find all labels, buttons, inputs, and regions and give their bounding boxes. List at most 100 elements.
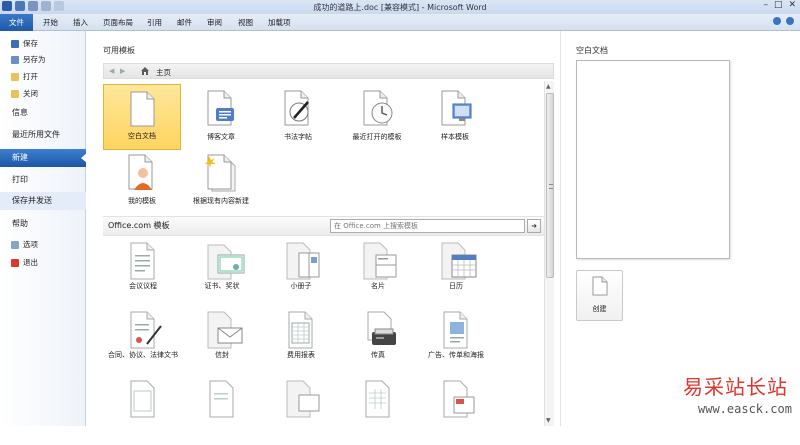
folder-close-icon	[11, 89, 19, 98]
nav-save-send[interactable]: 保存并发送	[0, 192, 86, 210]
backstage-nav: 保存 另存为 打开 关闭 信息 最近所用文件 新建 打印 保存并发送 帮助 选项…	[0, 31, 87, 426]
nav-close[interactable]: 关闭	[11, 88, 97, 99]
template-more-2[interactable]	[182, 377, 262, 445]
tile-label: 信封	[215, 351, 229, 359]
create-label: 创建	[592, 305, 607, 313]
template-more-3[interactable]	[261, 377, 341, 445]
tab-addins[interactable]: 加载项	[268, 17, 291, 28]
nav-info[interactable]: 信息	[0, 104, 86, 122]
table-doc-icon	[130, 380, 155, 418]
home-icon[interactable]	[140, 66, 150, 76]
template-more-1[interactable]	[103, 377, 183, 445]
nav-recent[interactable]: 最近所用文件	[0, 126, 86, 144]
template-my-templates[interactable]: 我的模板	[103, 148, 181, 214]
tab-references[interactable]: 引用	[147, 17, 162, 28]
tile-label: 费用报表	[287, 351, 315, 359]
nav-close-label: 关闭	[23, 89, 38, 98]
template-fax[interactable]: 传真	[338, 308, 418, 376]
tile-label: 会议议程	[129, 282, 157, 290]
tab-page-layout[interactable]: 页面布局	[103, 17, 133, 28]
save-icon	[11, 39, 19, 48]
tab-view[interactable]: 视图	[238, 17, 253, 28]
folder-open-icon	[11, 72, 19, 81]
template-expense-report[interactable]: 费用报表	[261, 308, 341, 376]
template-calendar[interactable]: 日历	[416, 239, 496, 307]
tile-label: 名片	[371, 282, 385, 290]
contract-icon	[130, 311, 162, 349]
template-blog-post[interactable]: 博客文章	[182, 84, 260, 150]
blog-post-icon	[207, 90, 234, 126]
template-search-input[interactable]	[330, 219, 525, 233]
tile-label: 书法字帖	[284, 133, 312, 141]
template-more-5[interactable]	[416, 377, 496, 445]
nav-open[interactable]: 打开	[11, 71, 97, 82]
template-recent[interactable]: 最近打开的模板	[338, 84, 416, 150]
exit-icon	[11, 258, 19, 267]
nav-save-as[interactable]: 另存为	[11, 54, 97, 65]
watermark-url: www.easck.com	[698, 402, 792, 416]
tab-insert[interactable]: 插入	[73, 17, 88, 28]
create-doc-icon	[592, 276, 608, 296]
breadcrumb-home[interactable]: 主页	[156, 67, 171, 78]
template-more-4[interactable]	[338, 377, 418, 445]
new-from-existing-icon	[205, 154, 236, 192]
template-envelope[interactable]: 信封	[182, 308, 262, 376]
nav-save[interactable]: 保存	[11, 38, 97, 49]
template-certificate[interactable]: 证书、奖状	[182, 239, 262, 307]
template-flyer[interactable]: 广告、传单和海报	[416, 308, 496, 376]
nav-print[interactable]: 打印	[0, 171, 86, 189]
scroll-thumb[interactable]	[546, 93, 554, 278]
scroll-up-icon[interactable]: ▲	[546, 83, 551, 90]
tab-review[interactable]: 审阅	[207, 17, 222, 28]
available-templates-heading: 可用模板	[103, 46, 135, 55]
template-nav-bar: ◀ ▶ 主页	[103, 63, 554, 79]
tile-label: 合同、协议、法律文书	[108, 351, 178, 359]
create-button[interactable]: 创建	[576, 270, 623, 321]
template-scrollbar[interactable]: ▲ ▼	[544, 81, 554, 426]
certificate-icon	[207, 244, 245, 280]
tab-file[interactable]: 文件	[0, 14, 33, 31]
help-icon[interactable]	[786, 17, 794, 25]
nav-exit-label: 退出	[23, 258, 38, 267]
window-title: 成功的道路上.doc [兼容模式] - Microsoft Word	[313, 3, 487, 12]
nav-options[interactable]: 选项	[11, 239, 97, 250]
template-agenda[interactable]: 会议议程	[103, 239, 183, 307]
tile-label: 日历	[449, 282, 463, 290]
doc-icon	[209, 380, 234, 418]
recent-templates-icon	[363, 90, 393, 126]
ribbon-tab-row: 开始 插入 页面布局 引用 邮件 审阅 视图 加载项	[0, 14, 800, 31]
sample-templates-icon	[441, 90, 472, 126]
template-calligraphy[interactable]: 书法字帖	[259, 84, 337, 150]
template-blank-document[interactable]: 空白文档	[103, 84, 181, 150]
scroll-down-icon[interactable]: ▼	[546, 417, 551, 424]
template-samples[interactable]: 样本模板	[416, 84, 494, 150]
nav-save-as-label: 另存为	[23, 55, 46, 64]
tab-mailings[interactable]: 邮件	[177, 17, 192, 28]
template-contract[interactable]: 合同、协议、法律文书	[103, 308, 183, 376]
preview-title: 空白文档	[576, 46, 608, 55]
back-arrow-icon[interactable]: ◀	[109, 67, 114, 75]
template-new-from-existing[interactable]: 根据现有内容新建	[182, 148, 260, 214]
tile-label: 博客文章	[207, 133, 235, 141]
close-button[interactable]: ✕	[788, 0, 796, 10]
brochure-icon	[286, 242, 320, 280]
calendar-icon	[441, 242, 477, 280]
minimize-ribbon-icon[interactable]	[773, 17, 781, 25]
nav-open-label: 打开	[23, 72, 38, 81]
nav-help[interactable]: 帮助	[0, 215, 86, 233]
tile-label: 我的模板	[128, 197, 156, 205]
minimize-button[interactable]: –	[763, 0, 768, 10]
stack-doc-icon	[286, 380, 320, 418]
search-go-button[interactable]: ➜	[527, 219, 541, 233]
template-business-card[interactable]: 名片	[338, 239, 418, 307]
template-brochure[interactable]: 小册子	[261, 239, 341, 307]
expense-report-icon	[288, 311, 313, 349]
title-bar: 成功的道路上.doc [兼容模式] - Microsoft Word – □ ✕	[0, 0, 800, 14]
office-templates-heading: Office.com 模板	[108, 221, 170, 230]
maximize-button[interactable]: □	[774, 0, 783, 10]
envelope-icon	[207, 311, 243, 349]
forward-arrow-icon[interactable]: ▶	[120, 67, 125, 75]
tab-home[interactable]: 开始	[43, 17, 58, 28]
nav-exit[interactable]: 退出	[11, 257, 97, 268]
nav-new[interactable]: 新建	[0, 149, 87, 167]
